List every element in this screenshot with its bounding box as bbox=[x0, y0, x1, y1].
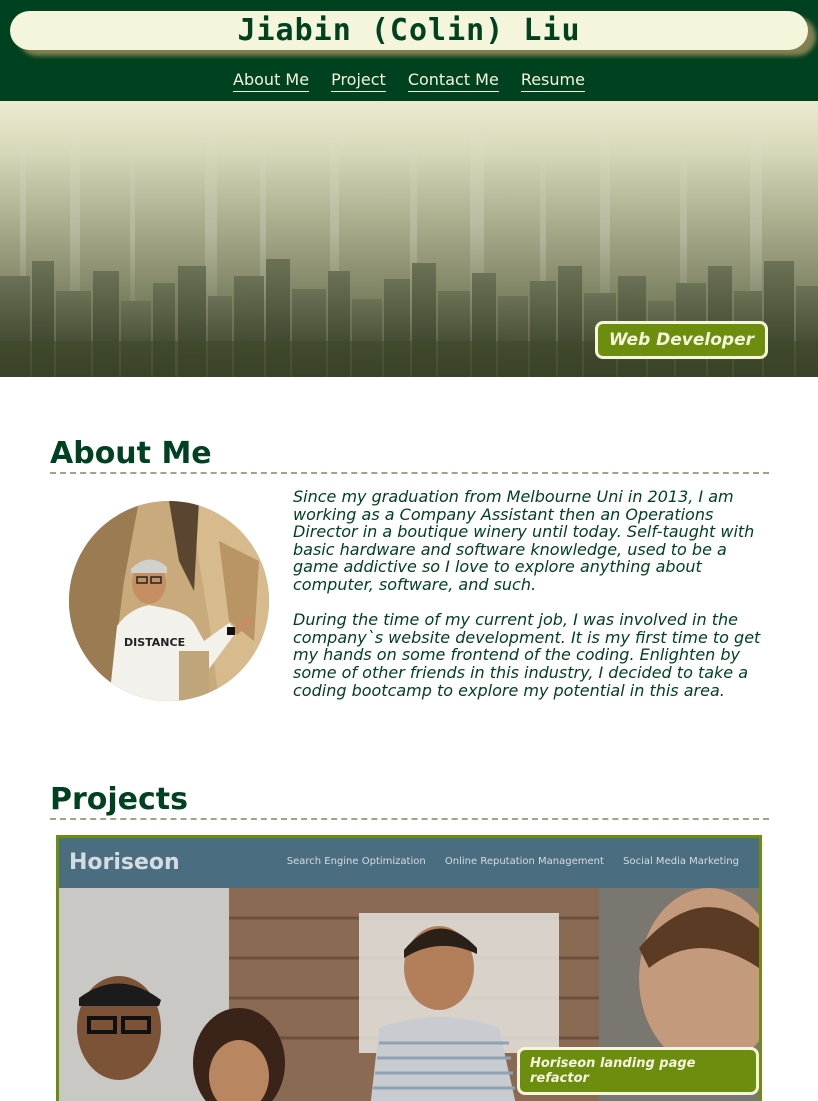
project-label[interactable]: Horiseon landing page refactor bbox=[517, 1047, 759, 1095]
project-logo: Horiseon bbox=[69, 850, 180, 875]
about-heading: About Me bbox=[50, 436, 769, 474]
about-paragraph-2: During the time of my current job, I was… bbox=[293, 610, 761, 700]
site-title: Jiabin (Colin) Liu bbox=[237, 13, 581, 48]
shirt-text: DISTANCE bbox=[124, 636, 185, 649]
profile-photo: DISTANCE bbox=[69, 501, 269, 701]
title-bar: Jiabin (Colin) Liu bbox=[10, 11, 808, 50]
about-paragraph-1: Since my graduation from Melbourne Uni i… bbox=[293, 487, 755, 594]
nav-about-me[interactable]: About Me bbox=[233, 70, 310, 92]
projects-heading: Projects bbox=[50, 782, 769, 820]
nav-project[interactable]: Project bbox=[331, 70, 386, 92]
project-screenshot-links: Search Engine Optimization Online Reputa… bbox=[271, 856, 739, 867]
project-card-horiseon[interactable]: Horiseon Search Engine Optimization Onli… bbox=[56, 835, 762, 1101]
role-badge: Web Developer bbox=[594, 321, 768, 359]
nav-contact-me[interactable]: Contact Me bbox=[407, 70, 499, 92]
site-header: Jiabin (Colin) Liu About Me Project Cont… bbox=[0, 0, 818, 101]
project-link: Social Media Marketing bbox=[623, 856, 739, 867]
hero-banner: Web Developer bbox=[0, 101, 818, 377]
main-nav: About Me Project Contact Me Resume bbox=[0, 70, 818, 92]
project-screenshot-nav: Horiseon Search Engine Optimization Onli… bbox=[59, 838, 759, 888]
nav-resume[interactable]: Resume bbox=[520, 70, 585, 92]
project-link: Search Engine Optimization bbox=[286, 856, 426, 867]
about-text: Since my graduation from Melbourne Uni i… bbox=[293, 488, 769, 717]
project-link: Online Reputation Management bbox=[444, 856, 604, 867]
